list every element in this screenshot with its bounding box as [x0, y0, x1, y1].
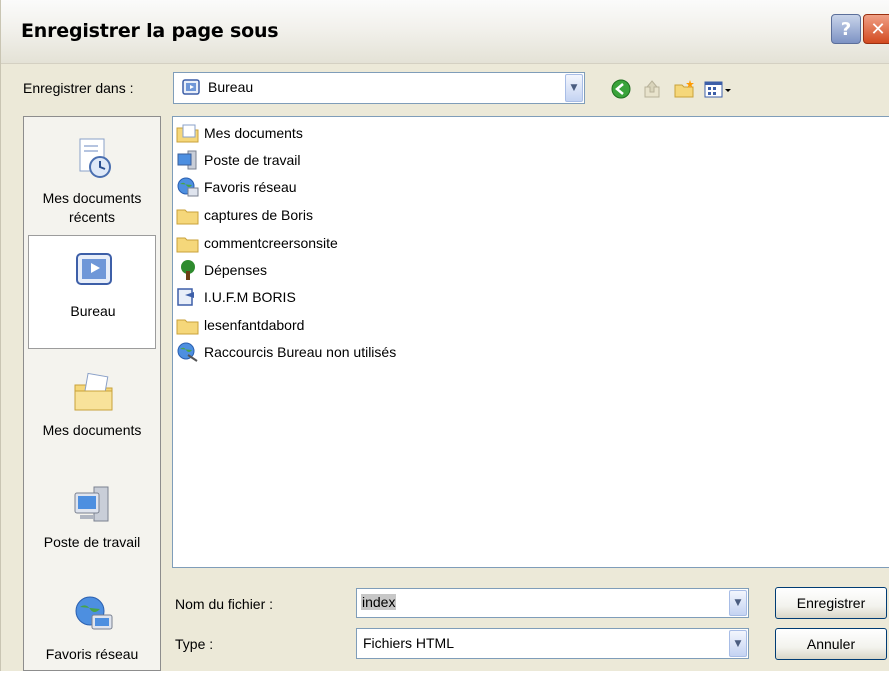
- network-places-icon: [72, 593, 116, 637]
- list-item[interactable]: Mes documents: [176, 121, 303, 145]
- title-bar[interactable]: Enregistrer la page sous ? ✕: [1, 0, 889, 64]
- list-item[interactable]: Raccourcis Bureau non utilisés: [176, 340, 396, 364]
- file-name: lesenfantdabord: [204, 317, 305, 333]
- place-my-computer[interactable]: Poste de travail: [28, 469, 156, 583]
- file-name: Favoris réseau: [204, 179, 297, 195]
- list-item[interactable]: I.U.F.M BORIS: [176, 285, 296, 309]
- file-name: Mes documents: [204, 125, 303, 141]
- filetype-dropdown[interactable]: Fichiers HTML ▼: [356, 628, 749, 659]
- file-name: captures de Boris: [204, 207, 313, 223]
- filename-input[interactable]: index ▼: [356, 588, 749, 618]
- help-button[interactable]: ?: [831, 14, 861, 44]
- desktop-icon: [73, 250, 117, 294]
- cleanup-icon: [176, 341, 200, 363]
- list-item[interactable]: lesenfantdabord: [176, 313, 304, 337]
- filename-value: index: [361, 594, 397, 610]
- list-item[interactable]: commentcreersonsite: [176, 231, 338, 255]
- recent-documents-icon: [72, 137, 116, 181]
- close-button[interactable]: ✕: [863, 14, 889, 44]
- shortcut-icon: [176, 286, 200, 308]
- network-icon: [176, 176, 200, 198]
- file-name: Poste de travail: [204, 152, 301, 168]
- computer-icon: [176, 149, 200, 171]
- place-label: Mes documents: [42, 422, 142, 438]
- place-recent-documents[interactable]: Mes documents récents: [28, 123, 156, 237]
- view-menu-icon[interactable]: [703, 78, 733, 100]
- filetype-label: Type :: [175, 636, 214, 652]
- save-in-dropdown[interactable]: Bureau ▼: [173, 72, 585, 104]
- list-item[interactable]: captures de Boris: [176, 203, 313, 227]
- tree-icon: [176, 259, 200, 281]
- cancel-button[interactable]: Annuler: [775, 628, 887, 660]
- list-item[interactable]: Favoris réseau: [176, 175, 297, 199]
- place-desktop[interactable]: Bureau: [28, 235, 156, 349]
- folder-icon: [176, 314, 200, 336]
- documents-folder-icon: [176, 122, 200, 144]
- file-name: Dépenses: [204, 262, 268, 278]
- file-name: commentcreersonsite: [204, 235, 338, 251]
- file-name: I.U.F.M BORIS: [204, 289, 296, 305]
- places-bar: Mes documents récents Bureau Mes documen…: [23, 116, 161, 671]
- new-folder-icon[interactable]: [673, 78, 697, 100]
- my-documents-icon: [72, 371, 116, 415]
- my-computer-icon: [72, 483, 116, 527]
- back-icon[interactable]: [609, 78, 633, 100]
- up-folder-icon[interactable]: [641, 78, 665, 100]
- save-button[interactable]: Enregistrer: [775, 587, 887, 619]
- save-page-dialog: Enregistrer la page sous ? ✕ Enregistrer…: [0, 0, 889, 671]
- file-list[interactable]: Mes documents Poste de travail Favoris r…: [172, 116, 889, 568]
- place-label: Mes documents récents: [42, 190, 142, 225]
- save-in-label: Enregistrer dans :: [23, 80, 134, 96]
- file-name: Raccourcis Bureau non utilisés: [204, 344, 397, 360]
- chevron-down-icon[interactable]: ▼: [565, 74, 583, 102]
- chevron-down-icon[interactable]: ▼: [729, 630, 747, 657]
- folder-icon: [176, 204, 200, 226]
- place-my-documents[interactable]: Mes documents: [28, 357, 156, 471]
- desktop-small-icon: [182, 78, 202, 102]
- list-item[interactable]: Dépenses: [176, 258, 267, 282]
- folder-icon: [176, 232, 200, 254]
- save-in-value: Bureau: [208, 79, 254, 95]
- filename-label: Nom du fichier :: [175, 596, 274, 612]
- place-network[interactable]: Favoris réseau: [28, 579, 156, 693]
- place-label: Bureau: [70, 303, 116, 319]
- place-label: Poste de travail: [43, 534, 141, 550]
- place-label: Favoris réseau: [45, 646, 139, 662]
- filetype-value: Fichiers HTML: [363, 635, 455, 651]
- chevron-down-icon[interactable]: ▼: [729, 590, 747, 616]
- dialog-title: Enregistrer la page sous: [21, 20, 279, 42]
- list-item[interactable]: Poste de travail: [176, 148, 301, 172]
